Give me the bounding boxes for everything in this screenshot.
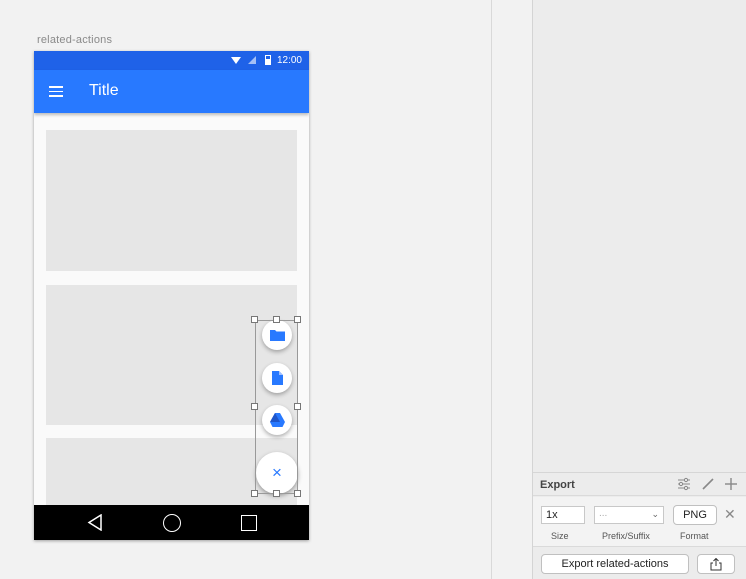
format-label: Format [680, 531, 709, 541]
fab-folder[interactable] [262, 320, 292, 350]
middle-panel [492, 0, 532, 579]
navigation-bar [34, 505, 309, 540]
remove-export-icon[interactable]: ✕ [724, 506, 736, 523]
resize-handle[interactable] [273, 490, 280, 497]
wifi-icon [231, 57, 241, 64]
resize-handle[interactable] [251, 490, 258, 497]
artboard-label[interactable]: related-actions [37, 34, 112, 46]
resize-handle[interactable] [273, 316, 280, 323]
prefix-suffix-select[interactable]: ... ⌄ [594, 506, 664, 524]
resize-handle[interactable] [251, 316, 258, 323]
app-bar: Title [34, 70, 309, 113]
recents-icon[interactable] [241, 515, 257, 531]
pen-icon[interactable] [701, 477, 715, 491]
resize-handle[interactable] [294, 316, 301, 323]
folder-icon [269, 330, 285, 341]
back-icon[interactable] [87, 514, 103, 531]
status-time: 12:00 [276, 55, 302, 66]
fab-drive[interactable] [262, 405, 292, 435]
export-title: Export [540, 479, 575, 491]
size-input[interactable] [541, 506, 585, 524]
share-icon [710, 557, 722, 570]
fab-close[interactable]: × [256, 452, 298, 494]
share-button[interactable] [697, 554, 735, 574]
plus-icon[interactable] [724, 477, 738, 491]
prefix-placeholder: ... [599, 508, 608, 519]
export-header: Export [533, 472, 746, 496]
status-bar: 12:00 [34, 51, 309, 70]
size-label: Size [551, 531, 569, 541]
format-button[interactable]: PNG [673, 505, 717, 525]
chevron-down-icon: ⌄ [651, 509, 659, 519]
close-icon: × [272, 463, 282, 482]
settings-sliders-icon[interactable] [677, 477, 691, 491]
fab-file[interactable] [262, 363, 292, 393]
inspector-panel: Export ... ⌄ PNG ✕ Size Prefix/Suffix Fo… [533, 0, 746, 579]
battery-icon [265, 55, 271, 65]
export-button[interactable]: Export related-actions [541, 554, 689, 574]
resize-handle[interactable] [251, 403, 258, 410]
resize-handle[interactable] [294, 403, 301, 410]
menu-icon[interactable] [49, 86, 63, 97]
signal-icon [248, 56, 256, 64]
drive-icon [269, 413, 285, 427]
content-card [46, 130, 297, 271]
canvas[interactable]: related-actions 12:00 Title × [0, 0, 491, 579]
file-icon [271, 371, 283, 385]
prefix-suffix-label: Prefix/Suffix [602, 531, 650, 541]
home-icon[interactable] [163, 514, 181, 532]
export-row: ... ⌄ PNG ✕ Size Prefix/Suffix Format [533, 497, 746, 547]
content-card [46, 285, 297, 425]
resize-handle[interactable] [294, 490, 301, 497]
app-title: Title [89, 82, 119, 99]
